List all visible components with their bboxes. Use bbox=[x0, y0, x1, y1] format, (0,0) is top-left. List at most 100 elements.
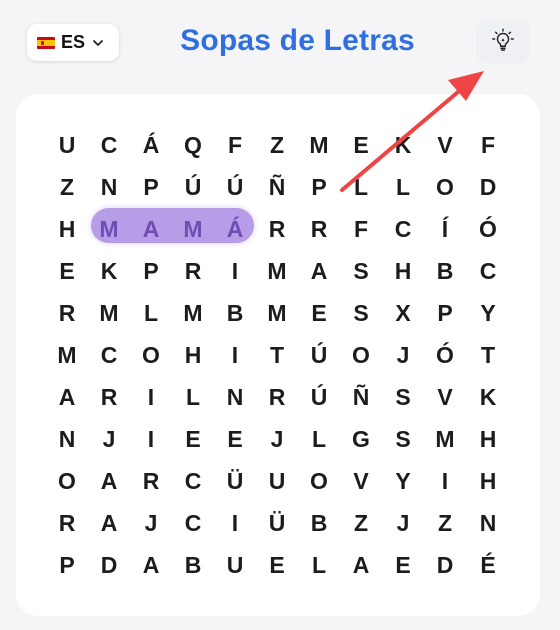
grid-cell[interactable]: H bbox=[172, 334, 214, 376]
grid-cell[interactable]: H bbox=[382, 250, 424, 292]
grid-cell[interactable]: A bbox=[46, 376, 88, 418]
grid-cell[interactable]: O bbox=[424, 166, 466, 208]
grid-cell[interactable]: C bbox=[382, 208, 424, 250]
grid-cell[interactable]: Ú bbox=[172, 166, 214, 208]
grid-cell[interactable]: O bbox=[340, 334, 382, 376]
grid-cell[interactable]: Ó bbox=[467, 208, 509, 250]
grid-cell[interactable]: M bbox=[88, 208, 130, 250]
grid-cell[interactable]: U bbox=[214, 544, 256, 586]
grid-cell[interactable]: Ñ bbox=[256, 166, 298, 208]
grid-cell[interactable]: H bbox=[467, 418, 509, 460]
grid-cell[interactable]: S bbox=[340, 250, 382, 292]
grid-cell[interactable]: J bbox=[88, 418, 130, 460]
grid-cell[interactable]: P bbox=[130, 166, 172, 208]
grid-cell[interactable]: E bbox=[298, 292, 340, 334]
grid-cell[interactable]: Z bbox=[46, 166, 88, 208]
grid-cell[interactable]: Ú bbox=[298, 334, 340, 376]
grid-cell[interactable]: Q bbox=[172, 124, 214, 166]
grid-cell[interactable]: L bbox=[340, 166, 382, 208]
grid-cell[interactable]: T bbox=[467, 334, 509, 376]
grid-cell[interactable]: R bbox=[256, 208, 298, 250]
grid-cell[interactable]: C bbox=[88, 124, 130, 166]
grid-cell[interactable]: N bbox=[46, 418, 88, 460]
grid-cell[interactable]: N bbox=[214, 376, 256, 418]
grid-cell[interactable]: N bbox=[88, 166, 130, 208]
grid-cell[interactable]: N bbox=[467, 502, 509, 544]
grid-cell[interactable]: Z bbox=[340, 502, 382, 544]
grid-cell[interactable]: Ñ bbox=[340, 376, 382, 418]
grid-cell[interactable]: M bbox=[88, 292, 130, 334]
grid-cell[interactable]: U bbox=[256, 460, 298, 502]
grid-cell[interactable]: F bbox=[340, 208, 382, 250]
grid-cell[interactable]: B bbox=[298, 502, 340, 544]
grid-cell[interactable]: V bbox=[424, 124, 466, 166]
grid-cell[interactable]: S bbox=[340, 292, 382, 334]
grid-cell[interactable]: M bbox=[256, 292, 298, 334]
grid-cell[interactable]: Á bbox=[214, 208, 256, 250]
grid-cell[interactable]: J bbox=[130, 502, 172, 544]
grid-cell[interactable]: P bbox=[424, 292, 466, 334]
grid-cell[interactable]: O bbox=[130, 334, 172, 376]
grid-cell[interactable]: K bbox=[467, 376, 509, 418]
grid-cell[interactable]: A bbox=[88, 502, 130, 544]
grid-cell[interactable]: Y bbox=[467, 292, 509, 334]
grid-cell[interactable]: R bbox=[256, 376, 298, 418]
grid-cell[interactable]: Ü bbox=[256, 502, 298, 544]
grid-cell[interactable]: L bbox=[298, 418, 340, 460]
grid-cell[interactable]: C bbox=[172, 460, 214, 502]
grid-cell[interactable]: C bbox=[172, 502, 214, 544]
grid-cell[interactable]: H bbox=[46, 208, 88, 250]
grid-cell[interactable]: A bbox=[298, 250, 340, 292]
grid-cell[interactable]: E bbox=[172, 418, 214, 460]
grid-cell[interactable]: I bbox=[130, 376, 172, 418]
grid-cell[interactable]: P bbox=[46, 544, 88, 586]
grid-cell[interactable]: B bbox=[172, 544, 214, 586]
grid-cell[interactable]: E bbox=[382, 544, 424, 586]
grid-cell[interactable]: D bbox=[424, 544, 466, 586]
grid-cell[interactable]: P bbox=[298, 166, 340, 208]
grid-cell[interactable]: I bbox=[214, 502, 256, 544]
grid-cell[interactable]: G bbox=[340, 418, 382, 460]
grid-cell[interactable]: L bbox=[130, 292, 172, 334]
grid-cell[interactable]: M bbox=[424, 418, 466, 460]
grid-cell[interactable]: Í bbox=[424, 208, 466, 250]
grid-cell[interactable]: T bbox=[256, 334, 298, 376]
grid-cell[interactable]: J bbox=[382, 502, 424, 544]
grid-cell[interactable]: R bbox=[88, 376, 130, 418]
grid-cell[interactable]: M bbox=[172, 208, 214, 250]
grid-cell[interactable]: M bbox=[172, 292, 214, 334]
grid-cell[interactable]: B bbox=[424, 250, 466, 292]
grid-cell[interactable]: F bbox=[214, 124, 256, 166]
grid-cell[interactable]: L bbox=[298, 544, 340, 586]
grid-cell[interactable]: E bbox=[46, 250, 88, 292]
grid-cell[interactable]: B bbox=[214, 292, 256, 334]
grid-cell[interactable]: Y bbox=[382, 460, 424, 502]
grid-cell[interactable]: X bbox=[382, 292, 424, 334]
grid-cell[interactable]: L bbox=[382, 166, 424, 208]
grid-cell[interactable]: F bbox=[467, 124, 509, 166]
grid-cell[interactable]: J bbox=[256, 418, 298, 460]
grid-cell[interactable]: H bbox=[467, 460, 509, 502]
hint-button[interactable] bbox=[476, 19, 530, 63]
grid-cell[interactable]: R bbox=[46, 502, 88, 544]
grid-cell[interactable]: U bbox=[46, 124, 88, 166]
grid-cell[interactable]: J bbox=[382, 334, 424, 376]
grid-cell[interactable]: Á bbox=[130, 124, 172, 166]
grid-cell[interactable]: E bbox=[340, 124, 382, 166]
grid-cell[interactable]: O bbox=[46, 460, 88, 502]
grid-cell[interactable]: C bbox=[88, 334, 130, 376]
grid-cell[interactable]: R bbox=[130, 460, 172, 502]
grid-cell[interactable]: R bbox=[46, 292, 88, 334]
grid-cell[interactable]: M bbox=[298, 124, 340, 166]
grid-cell[interactable]: I bbox=[214, 334, 256, 376]
grid-cell[interactable]: V bbox=[424, 376, 466, 418]
grid-cell[interactable]: Ü bbox=[214, 460, 256, 502]
grid-cell[interactable]: L bbox=[172, 376, 214, 418]
grid-cell[interactable]: S bbox=[382, 418, 424, 460]
grid-cell[interactable]: P bbox=[130, 250, 172, 292]
grid-cell[interactable]: E bbox=[256, 544, 298, 586]
grid-cell[interactable]: A bbox=[130, 208, 172, 250]
grid-cell[interactable]: D bbox=[88, 544, 130, 586]
grid-cell[interactable]: A bbox=[88, 460, 130, 502]
grid-cell[interactable]: I bbox=[214, 250, 256, 292]
